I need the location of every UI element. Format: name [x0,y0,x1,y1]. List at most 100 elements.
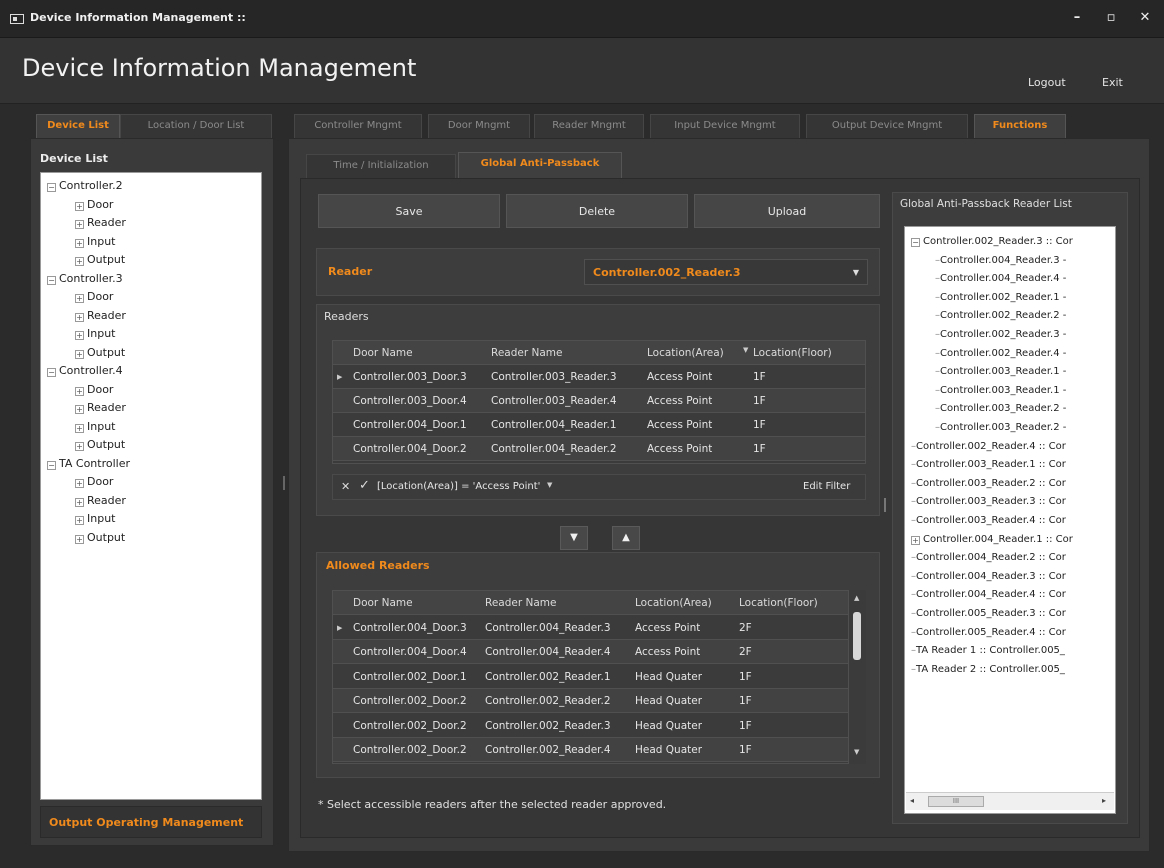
tree-node-output[interactable]: + Output [75,344,125,362]
readers-grid[interactable]: Door Name Reader Name Location(Area) Locati… [332,340,866,464]
gapb-reader-node[interactable]: –TA Reader 1 :: Controller.005_ [911,642,1065,660]
tree-node-door[interactable]: + Door [75,473,113,491]
tree-node-output[interactable]: + Output [75,529,125,547]
reader-select[interactable]: Controller.002_Reader.3 ▼ [584,259,868,285]
table-row[interactable]: ▶ Controller.004_Door.3 Controller.004_Rea… [333,616,849,640]
gapb-reader-node[interactable]: –Controller.003_Reader.4 :: Cor [911,512,1066,530]
tab-functions[interactable]: Functions [974,114,1066,138]
check-icon[interactable]: ✓ [359,478,370,493]
table-row[interactable]: Controller.002_Door.1 Controller.002_Read… [333,665,849,689]
table-row[interactable]: Controller.002_Door.2 Controller.002_Read… [333,714,849,738]
table-row[interactable]: Controller.002_Door.2 Controller.002_Read… [333,738,849,762]
column-header[interactable]: Location(Floor) [739,591,818,615]
device-tree[interactable]: − Controller.2 + Door + Reader + Input + Output − C… [40,172,262,800]
column-header[interactable]: Location(Floor) [753,341,832,365]
gapb-reader-node[interactable]: –Controller.003_Reader.3 :: Cor [911,493,1066,511]
expand-icon[interactable]: + [75,479,84,488]
column-header[interactable]: Location(Area) [647,341,724,365]
expand-icon[interactable]: + [75,294,84,303]
tree-node-controller[interactable]: − Controller.4 [47,362,123,380]
expand-icon[interactable]: + [75,405,84,414]
tab-reader-mngmt[interactable]: Reader Mngmt [534,114,644,138]
filter-icon[interactable]: ▼ [743,346,748,354]
tab-controller-mngmt[interactable]: Controller Mngmt [294,114,422,138]
move-up-button[interactable]: ▲ [612,526,640,550]
allowed-scrollbar[interactable]: ▲ ▼ [848,590,866,764]
scroll-left-icon[interactable]: ◂ [910,796,914,805]
expand-icon[interactable]: + [75,386,84,396]
gapb-child-node[interactable]: –Controller.002_Reader.2 - [935,307,1066,325]
table-row[interactable]: ▶ Controller.003_Door.3 Controller.003_Rea… [333,365,865,389]
gapb-reader-node[interactable]: –Controller.004_Reader.4 :: Cor [911,586,1066,604]
tree-node-input[interactable]: + Input [75,233,115,251]
table-row[interactable]: Controller.004_Door.4 Controller.004_Read… [333,640,849,664]
gapb-reader-node[interactable]: –Controller.004_Reader.3 :: Cor [911,568,1066,586]
expand-icon[interactable]: + [75,534,84,544]
expand-icon[interactable]: + [75,201,84,211]
gapb-child-node[interactable]: –Controller.003_Reader.1 - [935,382,1066,400]
expand-icon[interactable]: + [911,535,920,545]
tab-door-mngmt[interactable]: Door Mngmt [428,114,530,138]
tab-input-device-mngmt[interactable]: Input Device Mngmt [650,114,800,138]
logout-link[interactable]: Logout [1028,76,1066,89]
tree-node-output[interactable]: + Output [75,251,125,269]
column-header[interactable]: Reader Name [485,591,556,615]
tab-time-initialization[interactable]: Time / Initialization [306,154,456,178]
tab-global-anti-passback[interactable]: Global Anti-Passback [458,152,622,178]
gapb-child-node[interactable]: –Controller.003_Reader.2 - [935,419,1066,437]
gapb-child-node[interactable]: –Controller.002_Reader.3 - [935,326,1066,344]
collapse-icon[interactable]: − [47,460,56,470]
gapb-reader-node[interactable]: –Controller.005_Reader.3 :: Cor [911,605,1066,623]
scroll-right-icon[interactable]: ▸ [1102,796,1106,805]
gapb-child-node[interactable]: –Controller.004_Reader.3 - [935,252,1066,270]
chevron-down-icon[interactable]: ▼ [853,260,859,286]
expand-icon[interactable]: + [75,349,84,359]
collapse-icon[interactable]: − [47,275,56,285]
splitter-handle-right[interactable] [884,498,886,512]
tree-node-reader[interactable]: + Reader [75,214,126,232]
tree-node-reader[interactable]: + Reader [75,399,126,417]
gapb-child-node[interactable]: –Controller.002_Reader.1 - [935,289,1066,307]
expand-icon[interactable]: + [75,312,84,322]
close-icon[interactable]: ✕ [1132,8,1158,28]
table-row[interactable]: Controller.003_Door.4 Controller.003_Read… [333,389,865,413]
output-operating-button[interactable]: Output Operating Management [40,806,262,838]
gapb-child-node[interactable]: –Controller.003_Reader.2 - [935,400,1066,418]
gapb-reader-node[interactable]: –Controller.003_Reader.1 :: Cor [911,456,1066,474]
tree-node-reader[interactable]: + Reader [75,492,126,510]
scrollbar-thumb[interactable] [853,612,861,660]
hscroll-thumb[interactable]: III [928,796,984,807]
clear-filter-icon[interactable]: ✕ [341,480,350,493]
tree-node-input[interactable]: + Input [75,325,115,343]
filter-expression[interactable]: [Location(Area)] = 'Access Point' [377,481,540,492]
tab-device-list[interactable]: Device List [36,114,120,138]
tree-node-door[interactable]: + Door [75,288,113,306]
scroll-down-icon[interactable]: ▼ [854,748,859,756]
upload-button[interactable]: Upload [694,194,880,228]
expand-icon[interactable]: + [75,497,84,507]
tree-node-controller[interactable]: − TA Controller [47,455,130,473]
column-header[interactable]: Reader Name [491,341,562,365]
gapb-reader-node[interactable]: –TA Reader 2 :: Controller.005_ [911,661,1065,679]
table-row[interactable]: Controller.002_Door.2 Controller.002_Read… [333,689,849,713]
edit-filter-button[interactable]: Edit Filter [803,481,850,492]
gapb-hscrollbar[interactable]: ◂ III ▸ [906,792,1114,810]
tree-node-door[interactable]: + Door [75,381,113,399]
collapse-icon[interactable]: − [47,368,56,377]
expand-icon[interactable]: + [75,331,84,340]
tab-output-device-mngmt[interactable]: Output Device Mngmt [806,114,968,138]
tree-node-controller[interactable]: − Controller.3 [47,270,123,288]
scroll-up-icon[interactable]: ▲ [854,594,859,602]
gapb-reader-node[interactable]: + Controller.004_Reader.1 :: Cor [911,531,1073,549]
exit-link[interactable]: Exit [1102,76,1123,89]
gapb-reader-node[interactable]: –Controller.003_Reader.2 :: Cor [911,475,1066,493]
minimize-icon[interactable]: – [1064,8,1090,28]
expand-icon[interactable]: + [75,238,84,248]
expand-icon[interactable]: + [75,516,84,525]
splitter-handle[interactable] [283,476,285,490]
tree-node-output[interactable]: + Output [75,436,125,454]
table-row[interactable]: Controller.004_Door.2 Controller.004_Read… [333,437,865,461]
gapb-root-node[interactable]: − Controller.002_Reader.3 :: Cor [911,233,1073,251]
tree-node-reader[interactable]: + Reader [75,307,126,325]
move-down-button[interactable]: ▼ [560,526,588,550]
